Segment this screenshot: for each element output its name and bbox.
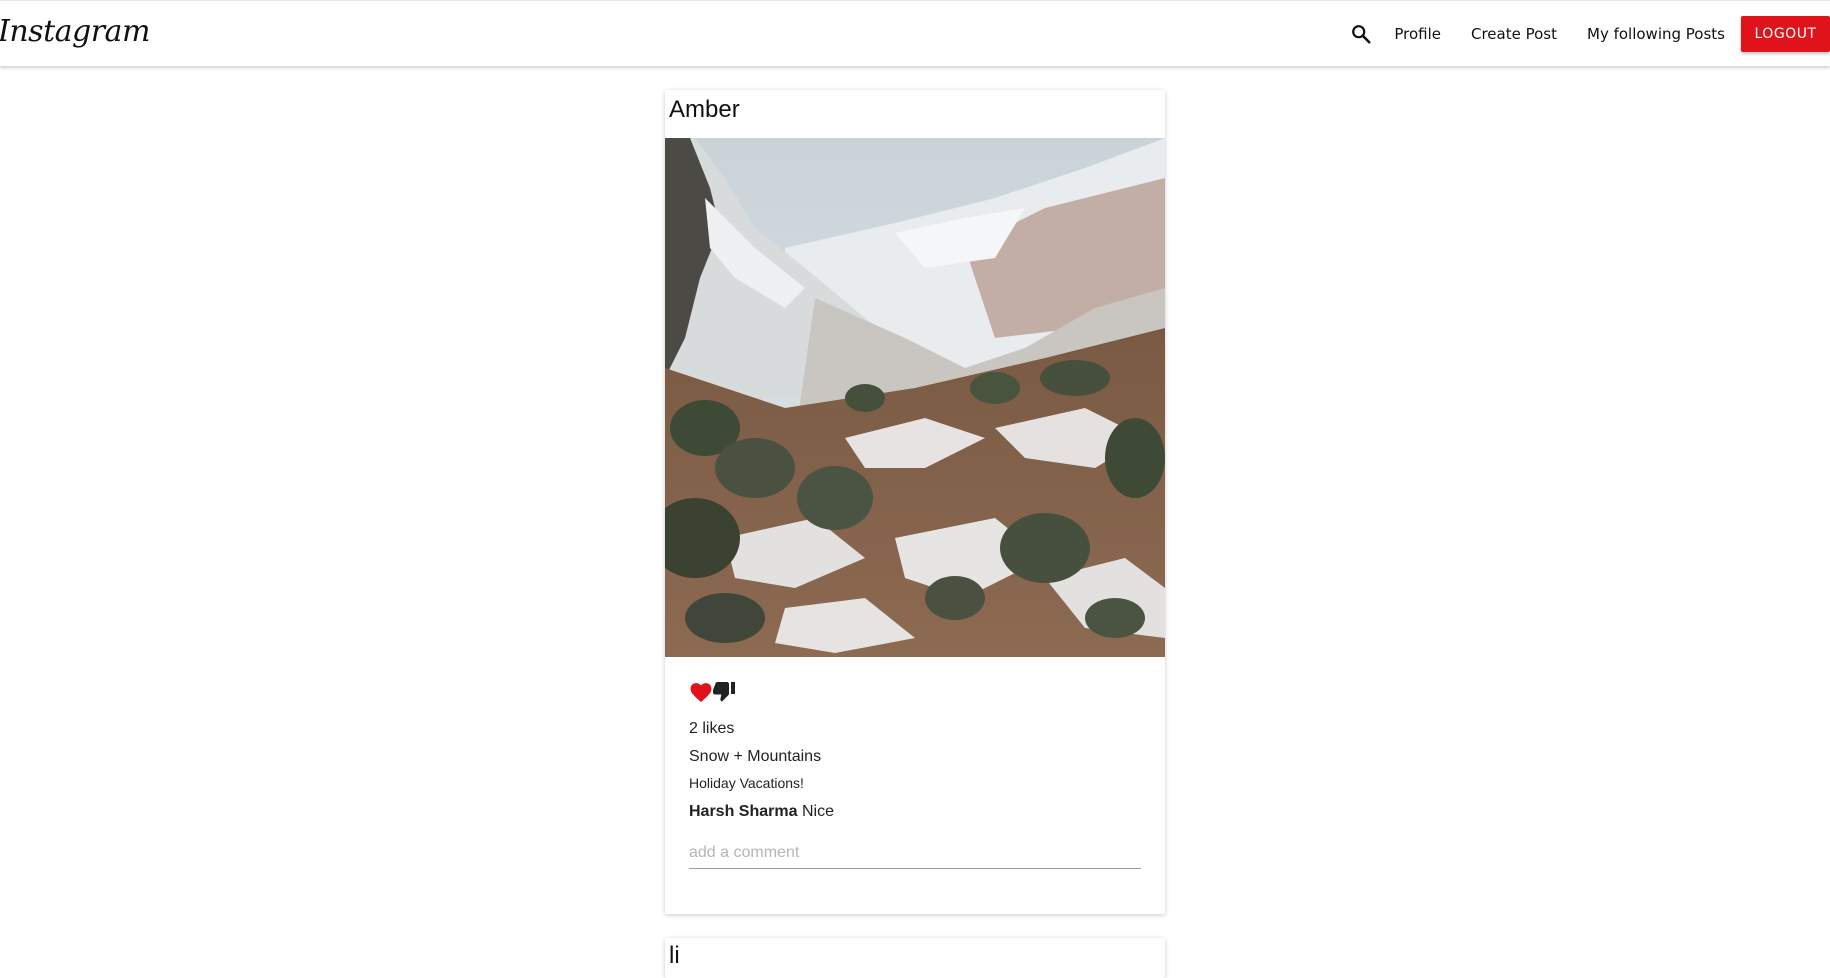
- comment-user[interactable]: Harsh Sharma: [689, 803, 798, 820]
- post-image: [665, 138, 1165, 657]
- nav-link-create-post[interactable]: Create Post: [1471, 25, 1557, 43]
- comment-item: Harsh Sharma Nice: [689, 803, 1141, 821]
- post-title: Snow + Mountains: [689, 748, 822, 765]
- brand-logo[interactable]: Instagram: [0, 14, 150, 49]
- heart-icon[interactable]: [689, 681, 713, 705]
- likes-count: 2 likes: [689, 720, 735, 737]
- post-body: Holiday Vacations!: [689, 775, 804, 791]
- nav-links: Profile Create Post My following Posts L…: [1348, 1, 1830, 67]
- search-icon[interactable]: [1348, 21, 1374, 47]
- thumbs-down-icon[interactable]: [713, 681, 737, 705]
- nav-link-following-posts[interactable]: My following Posts: [1587, 25, 1725, 43]
- logout-button[interactable]: LOGOUT: [1741, 16, 1830, 52]
- next-post-author[interactable]: li: [669, 942, 680, 970]
- nav-link-profile[interactable]: Profile: [1394, 25, 1441, 43]
- comment-text: Nice: [801, 803, 834, 820]
- post-card: Amber 2 likes Snow + Mountains Holiday V…: [665, 90, 1165, 914]
- navbar: Instagram Profile Create Post My followi…: [0, 0, 1830, 66]
- next-post-card: li: [665, 938, 1165, 978]
- comment-input[interactable]: [689, 837, 1141, 869]
- post-actions: [689, 680, 1141, 706]
- post-author[interactable]: Amber: [669, 96, 740, 124]
- post-content: 2 likes Snow + Mountains Holiday Vacatio…: [689, 680, 1141, 869]
